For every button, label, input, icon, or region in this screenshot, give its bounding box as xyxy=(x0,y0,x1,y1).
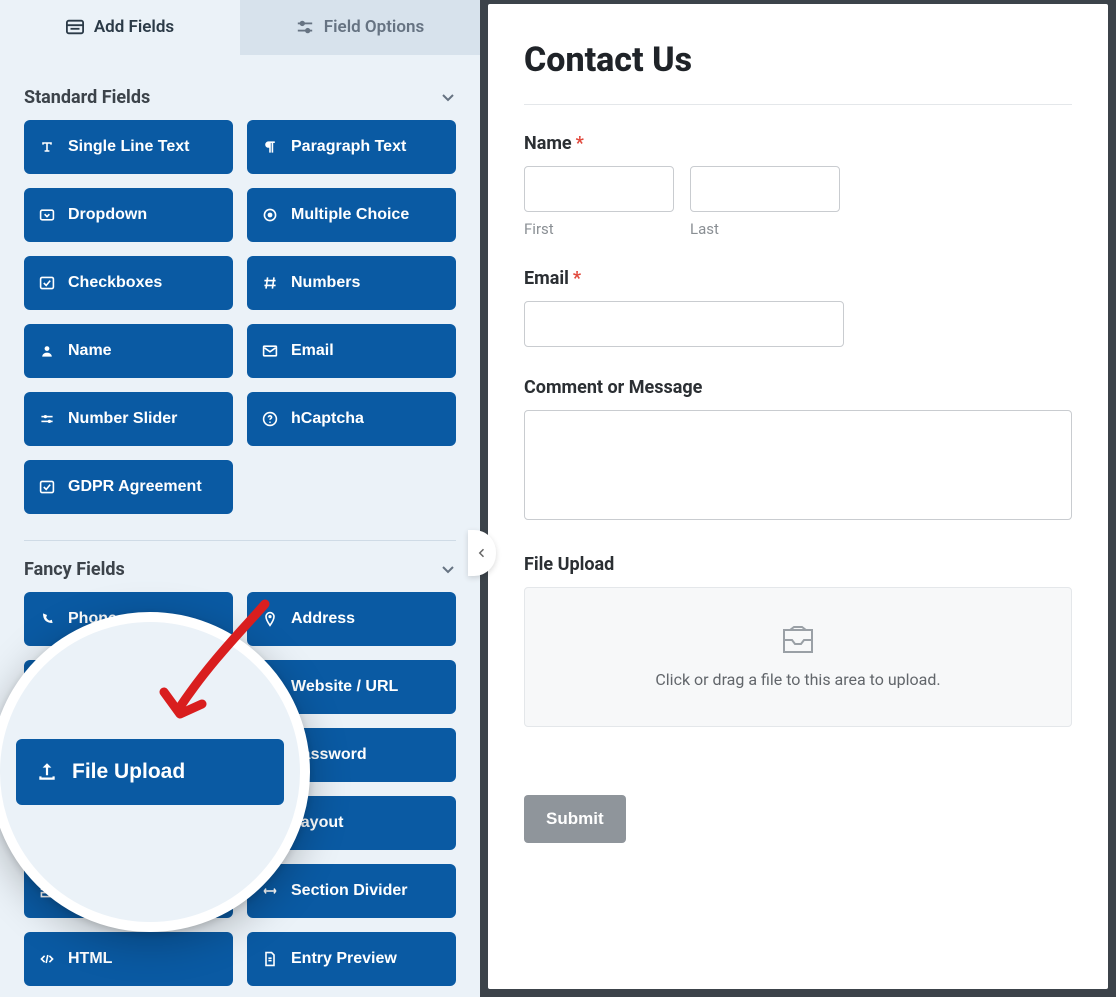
last-name-input[interactable] xyxy=(690,166,840,212)
mail-icon xyxy=(261,342,279,360)
form-preview: Contact Us Name* First Last xyxy=(488,4,1108,989)
field-label: Numbers xyxy=(291,274,360,292)
first-name-input[interactable] xyxy=(524,166,674,212)
field-name: Name* First Last xyxy=(524,133,1072,238)
field-label: Multiple Choice xyxy=(291,206,409,224)
email-label: Email* xyxy=(524,268,1072,289)
field-gdpr-agreement[interactable]: GDPR Agreement xyxy=(24,460,233,514)
slider-icon xyxy=(38,410,56,428)
section-title: Fancy Fields xyxy=(24,559,125,580)
field-label: Checkboxes xyxy=(68,274,162,292)
required-marker: * xyxy=(573,268,581,289)
field-numbers[interactable]: Numbers xyxy=(247,256,456,310)
field-html[interactable]: HTML xyxy=(24,932,233,986)
inbox-icon xyxy=(780,626,816,656)
field-email: Email* xyxy=(524,268,1072,347)
field-hcaptcha[interactable]: hCaptcha xyxy=(247,392,456,446)
field-paragraph-text[interactable]: Paragraph Text xyxy=(247,120,456,174)
phone-icon xyxy=(38,610,56,628)
last-sublabel: Last xyxy=(690,220,840,238)
field-label: Email xyxy=(291,342,334,360)
code-icon xyxy=(38,950,56,968)
field-number-slider[interactable]: Number Slider xyxy=(24,392,233,446)
comment-label: Comment or Message xyxy=(524,377,1072,398)
field-address[interactable]: Address xyxy=(247,592,456,646)
first-sublabel: First xyxy=(524,220,674,238)
dropdown-icon xyxy=(38,206,56,224)
tab-label: Field Options xyxy=(324,17,424,37)
question-icon xyxy=(261,410,279,428)
user-icon xyxy=(38,342,56,360)
field-label: hCaptcha xyxy=(291,410,364,428)
field-multiple-choice[interactable]: Multiple Choice xyxy=(247,188,456,242)
field-label: Single Line Text xyxy=(68,138,190,156)
field-label: Paragraph Text xyxy=(291,138,406,156)
field-label: Number Slider xyxy=(68,410,177,428)
section-standard-header[interactable]: Standard Fields xyxy=(24,69,456,120)
magnifier-callout: File Upload xyxy=(0,612,310,932)
form-title: Contact Us xyxy=(524,40,1072,80)
sidebar-tabs: Add Fields Field Options xyxy=(0,0,480,55)
field-checkboxes[interactable]: Checkboxes xyxy=(24,256,233,310)
chevron-down-icon xyxy=(440,561,456,577)
field-label: Website / URL xyxy=(291,678,398,696)
form-icon xyxy=(66,19,84,35)
field-label: GDPR Agreement xyxy=(68,478,202,496)
field-email[interactable]: Email xyxy=(247,324,456,378)
email-input[interactable] xyxy=(524,301,844,347)
field-label: Dropdown xyxy=(68,206,147,224)
comment-textarea[interactable] xyxy=(524,410,1072,520)
field-section-divider[interactable]: Section Divider xyxy=(247,864,456,918)
mag-label: File Upload xyxy=(72,760,185,784)
tab-add-fields[interactable]: Add Fields xyxy=(0,0,240,55)
text-icon xyxy=(38,138,56,156)
submit-button[interactable]: Submit xyxy=(524,795,626,843)
field-dropdown[interactable]: Dropdown xyxy=(24,188,233,242)
divider-icon xyxy=(261,882,279,900)
field-label: Entry Preview xyxy=(291,950,397,968)
pin-icon xyxy=(261,610,279,628)
form-preview-wrap: Contact Us Name* First Last xyxy=(480,0,1116,997)
file-dropzone[interactable]: Click or drag a file to this area to upl… xyxy=(524,587,1072,727)
section-fancy-header[interactable]: Fancy Fields xyxy=(24,541,456,592)
field-entry-preview[interactable]: Entry Preview xyxy=(247,932,456,986)
chevron-down-icon xyxy=(440,89,456,105)
standard-fields-grid: Single Line Text Paragraph Text Dropdown Mu… xyxy=(24,120,456,522)
required-marker: * xyxy=(576,133,584,154)
dropzone-text: Click or drag a file to this area to upl… xyxy=(655,670,940,689)
tab-label: Add Fields xyxy=(94,17,174,37)
section-title: Standard Fields xyxy=(24,87,150,108)
field-label: HTML xyxy=(68,950,112,968)
title-rule xyxy=(524,104,1072,105)
check-icon xyxy=(38,274,56,292)
file-upload-field-magnified: File Upload xyxy=(16,739,284,805)
paragraph-icon xyxy=(261,138,279,156)
field-comment: Comment or Message xyxy=(524,377,1072,524)
field-label: Section Divider xyxy=(291,882,407,900)
field-single-line-text[interactable]: Single Line Text xyxy=(24,120,233,174)
field-file-upload: File Upload Click or drag a file to this… xyxy=(524,554,1072,727)
check-icon xyxy=(38,478,56,496)
name-label: Name* xyxy=(524,133,1072,154)
field-label: Name xyxy=(68,342,112,360)
file-upload-label: File Upload xyxy=(524,554,1072,575)
upload-icon xyxy=(36,761,58,783)
sliders-icon xyxy=(296,19,314,35)
doc-icon xyxy=(261,950,279,968)
hash-icon xyxy=(261,274,279,292)
tab-field-options[interactable]: Field Options xyxy=(240,0,480,55)
field-name[interactable]: Name xyxy=(24,324,233,378)
field-label: Address xyxy=(291,610,355,628)
radio-icon xyxy=(261,206,279,224)
